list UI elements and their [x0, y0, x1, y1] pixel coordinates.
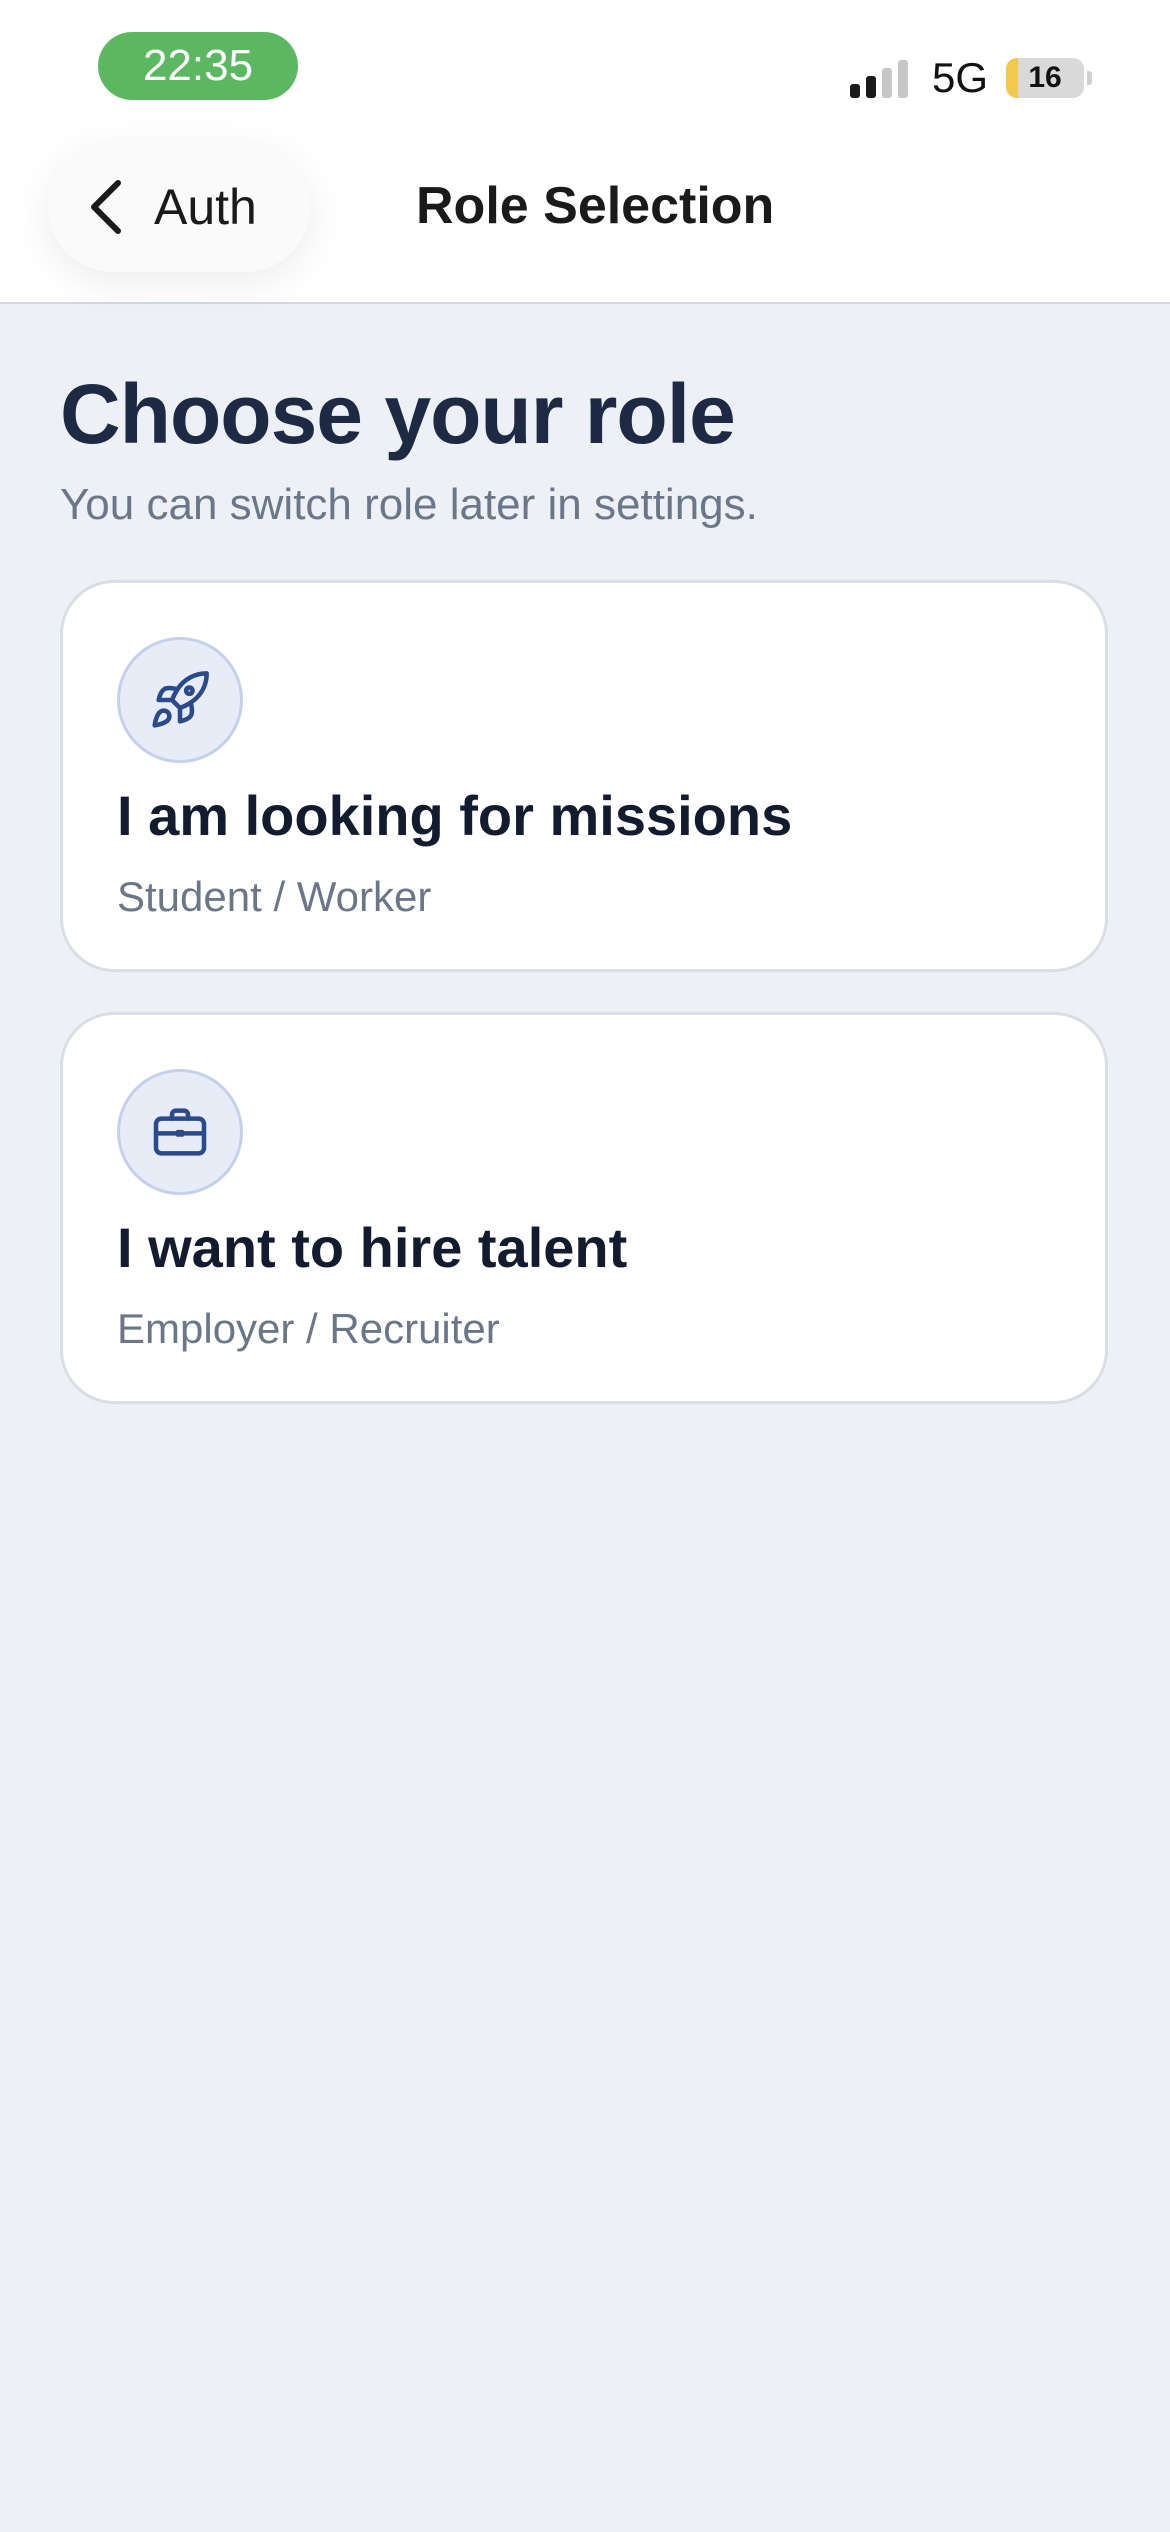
chevron-left-icon [91, 180, 121, 234]
battery-percentage: 16 [1028, 61, 1062, 94]
navigation-header: 22:35 5G 16 Auth Role Selection [0, 0, 1170, 304]
rocket-icon [152, 671, 209, 728]
status-time: 22:35 [98, 32, 298, 100]
role-subtitle: Employer / Recruiter [117, 1305, 500, 1352]
role-card-missions[interactable]: I am looking for missions Student / Work… [60, 580, 1108, 972]
role-icon-badge [117, 637, 243, 763]
role-icon-badge [117, 1069, 243, 1195]
page-subtitle: You can switch role later in settings. [60, 480, 758, 529]
network-type: 5G [931, 54, 988, 101]
page-title: Choose your role [60, 367, 736, 461]
role-title: I want to hire talent [117, 1216, 628, 1279]
screen-title: Role Selection [416, 177, 775, 235]
status-indicators: 5G 16 [849, 48, 1092, 108]
role-title: I am looking for missions [117, 784, 793, 847]
signal-strength-icon [849, 58, 908, 98]
back-button-label: Auth [154, 179, 257, 235]
briefcase-icon [153, 1108, 207, 1156]
back-button[interactable]: Auth [48, 142, 310, 272]
role-subtitle: Student / Worker [117, 873, 432, 920]
battery-icon: 16 [1006, 58, 1084, 98]
role-card-hire[interactable]: I want to hire talent Employer / Recruit… [60, 1012, 1108, 1404]
